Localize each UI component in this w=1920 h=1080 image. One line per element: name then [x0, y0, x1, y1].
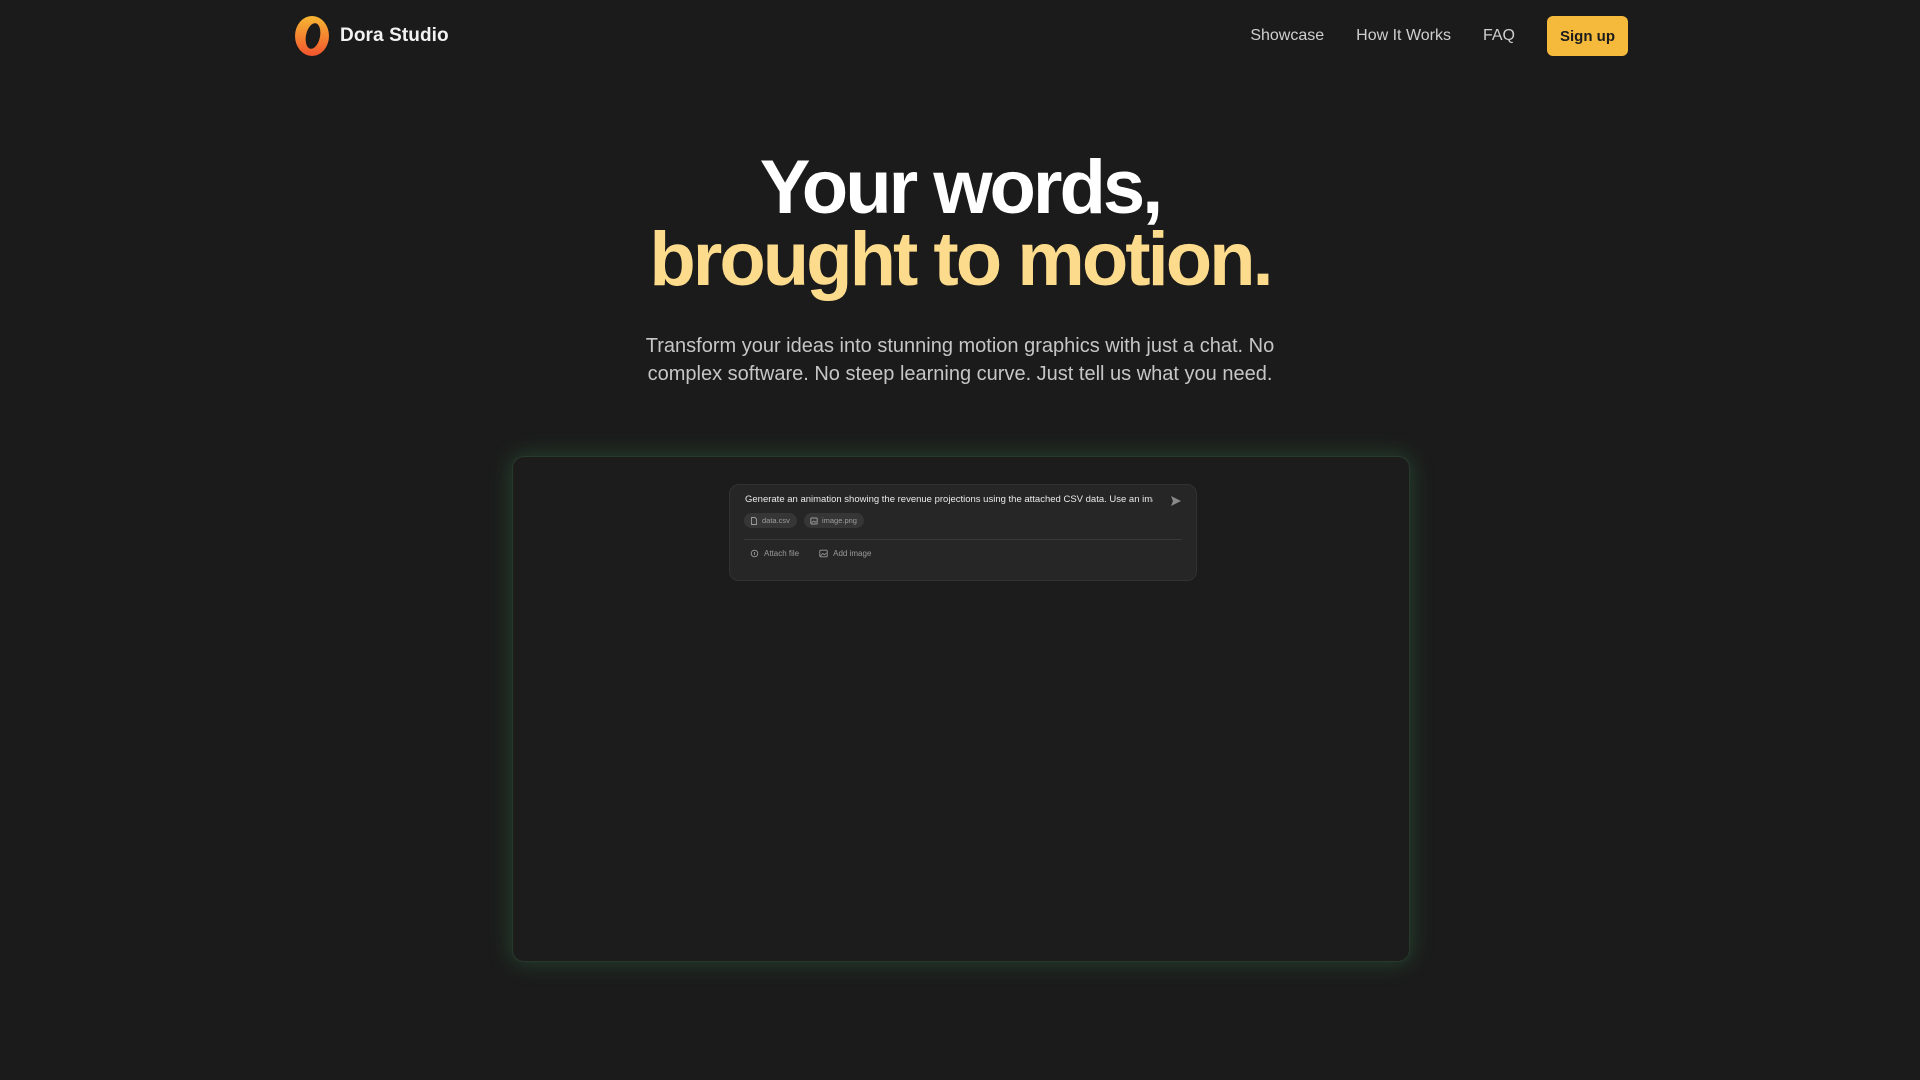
image-icon: [819, 549, 828, 558]
hero-section: Your words, brought to motion. Transform…: [0, 145, 1920, 388]
main-nav: Showcase How It Works FAQ Sign up: [1218, 16, 1628, 56]
nav-link-faq[interactable]: FAQ: [1483, 27, 1515, 45]
paperclip-icon: [750, 549, 759, 558]
brand-name: Dora Studio: [340, 25, 449, 46]
send-icon[interactable]: [1169, 494, 1183, 508]
prompt-input[interactable]: Generate an animation showing the revenu…: [745, 494, 1153, 505]
attachment-label: image.png: [821, 516, 857, 525]
nav-link-how-it-works[interactable]: How It Works: [1356, 27, 1451, 45]
landing-page: Dora Studio Showcase How It Works FAQ Si…: [0, 0, 1920, 1080]
attachment-list: data.csv image.png: [744, 513, 864, 528]
dora-logo-icon: [295, 16, 329, 56]
chat-input-card: Generate an animation showing the revenu…: [729, 484, 1197, 581]
hero-title-line1: Your words,: [759, 145, 1164, 230]
site-header: Dora Studio Showcase How It Works FAQ Si…: [294, 14, 1628, 58]
file-icon: [751, 516, 757, 525]
attach-file-label: Attach file: [764, 549, 800, 558]
add-image-button[interactable]: Add image: [819, 549, 871, 558]
attach-file-button[interactable]: Attach file: [750, 549, 799, 558]
hero-title-line2: brought to motion.: [649, 217, 1273, 302]
attachment-chip[interactable]: data.csv: [744, 513, 797, 528]
nav-link-showcase[interactable]: Showcase: [1250, 27, 1324, 45]
attachment-chip[interactable]: image.png: [803, 513, 864, 528]
brand[interactable]: Dora Studio: [294, 15, 449, 57]
signup-button[interactable]: Sign up: [1547, 16, 1628, 56]
chat-actions: Attach file Add image: [750, 549, 871, 558]
card-divider: [744, 539, 1182, 540]
demo-panel: Generate an animation showing the revenu…: [512, 456, 1410, 962]
image-icon: [810, 517, 818, 524]
attachment-label: data.csv: [762, 516, 790, 525]
add-image-label: Add image: [833, 549, 872, 558]
hero-subtitle: Transform your ideas into stunning motio…: [645, 335, 1275, 385]
